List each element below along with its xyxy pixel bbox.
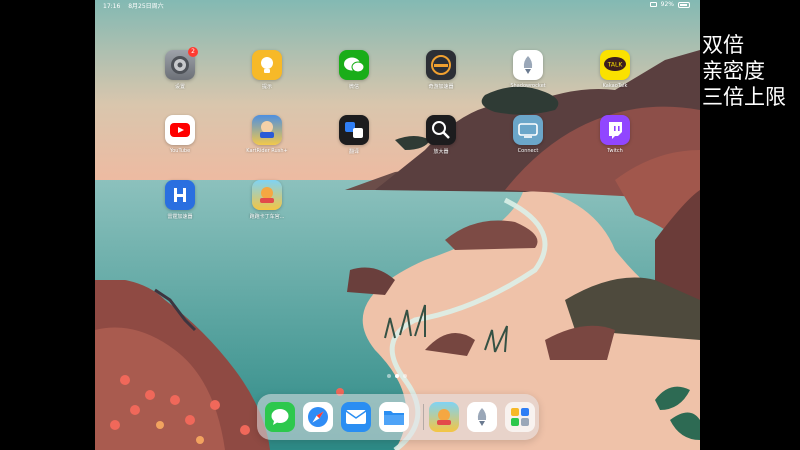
app-kart-cn[interactable]: 跑跑卡丁车官... [237,180,297,220]
app-youtube[interactable]: YouTube [150,115,210,154]
battery-percent: 92% [660,1,674,8]
app-label: 微信 [348,84,359,90]
notification-badge: 2 [188,47,198,57]
app-twitch[interactable]: Twitch [585,115,645,154]
app-label: 设置 [174,84,185,90]
folder-icon [384,411,404,425]
status-bar: 17:16 8月25日周六 92% [95,0,700,12]
app-label: KakaoTalk [602,83,628,89]
app-label: 奇游加速器 [428,84,454,90]
gear-icon: 2 [165,47,198,80]
play-icon [165,115,195,145]
app-label: YouTube [169,148,191,154]
app-label: KartRider Rush+ [246,148,288,154]
date: 8月25日周六 [128,3,164,10]
app-kakaotalk[interactable]: TALK KakaoTalk [585,50,645,89]
svg-text:TALK: TALK [607,62,624,69]
translate-icon [339,115,369,145]
booster-icon [165,180,195,210]
app-shadowrocket[interactable]: Shadowrocket [498,50,558,89]
compass-icon [308,407,328,427]
app-label: Connect [517,148,539,154]
dock [257,394,539,440]
talk-bubble-icon: TALK [600,50,630,80]
page-dot [387,374,391,378]
app-label: Shadowrocket [510,83,546,89]
rocket-icon [513,50,543,80]
page-indicator[interactable] [387,374,407,378]
battery-icon [678,1,690,8]
chat-bubbles-icon [339,50,369,80]
dock-app-messages[interactable] [265,402,295,432]
clock: 17:16 [103,3,121,10]
app-translate[interactable]: 翻译 [324,115,384,155]
app-tips[interactable]: 提示 [237,50,297,90]
overlay-caption: 双倍 亲密度 三倍上限 [702,32,786,110]
kart-character-icon [252,180,282,210]
page-dot-current [395,374,399,378]
dock-app-files[interactable] [379,402,409,432]
dock-app-kart-recent[interactable] [429,402,459,432]
app-grid-icon [511,408,529,426]
app-accelerator[interactable]: 奇游加速器 [411,50,471,90]
dock-separator [423,404,424,430]
magnifier-icon [426,115,456,145]
page-dot [403,374,407,378]
tv-icon [513,115,543,145]
app-connect[interactable]: Connect [498,115,558,154]
ipad-home-screen: 17:16 8月25日周六 92% 2 设置 提示 微信 奇游加速器 Shado… [95,0,700,450]
dock-app-shadowrocket-recent[interactable] [467,402,497,432]
lightbulb-icon [252,50,282,80]
app-wechat[interactable]: 微信 [324,50,384,90]
app-label: 跑跑卡丁车官... [249,214,285,220]
overlay-line: 三倍上限 [702,85,786,109]
dock-app-mail[interactable] [341,402,371,432]
app-kartrider[interactable]: KartRider Rush+ [237,115,297,154]
dock-app-safari[interactable] [303,402,333,432]
app-label: 放大器 [433,149,449,155]
overlay-line: 双倍 [702,33,744,57]
app-magnifier[interactable]: 放大器 [411,115,471,155]
rocket-icon [477,408,487,426]
message-bubble-icon [271,409,289,425]
app-booster[interactable]: 雷霆加速器 [150,180,210,220]
app-label: Twitch [607,148,623,154]
kart-character-icon [437,409,451,425]
overlay-line: 亲密度 [702,59,765,83]
app-label: 翻译 [348,149,359,155]
twitch-icon [600,115,630,145]
dock-app-library[interactable] [505,402,535,432]
kart-character-icon [252,115,282,145]
app-settings[interactable]: 2 设置 [150,47,210,90]
envelope-icon [345,410,367,424]
app-label: 提示 [261,84,272,90]
wifi-icon [649,2,657,7]
app-label: 雷霆加速器 [167,214,193,220]
speedometer-icon [426,50,456,80]
